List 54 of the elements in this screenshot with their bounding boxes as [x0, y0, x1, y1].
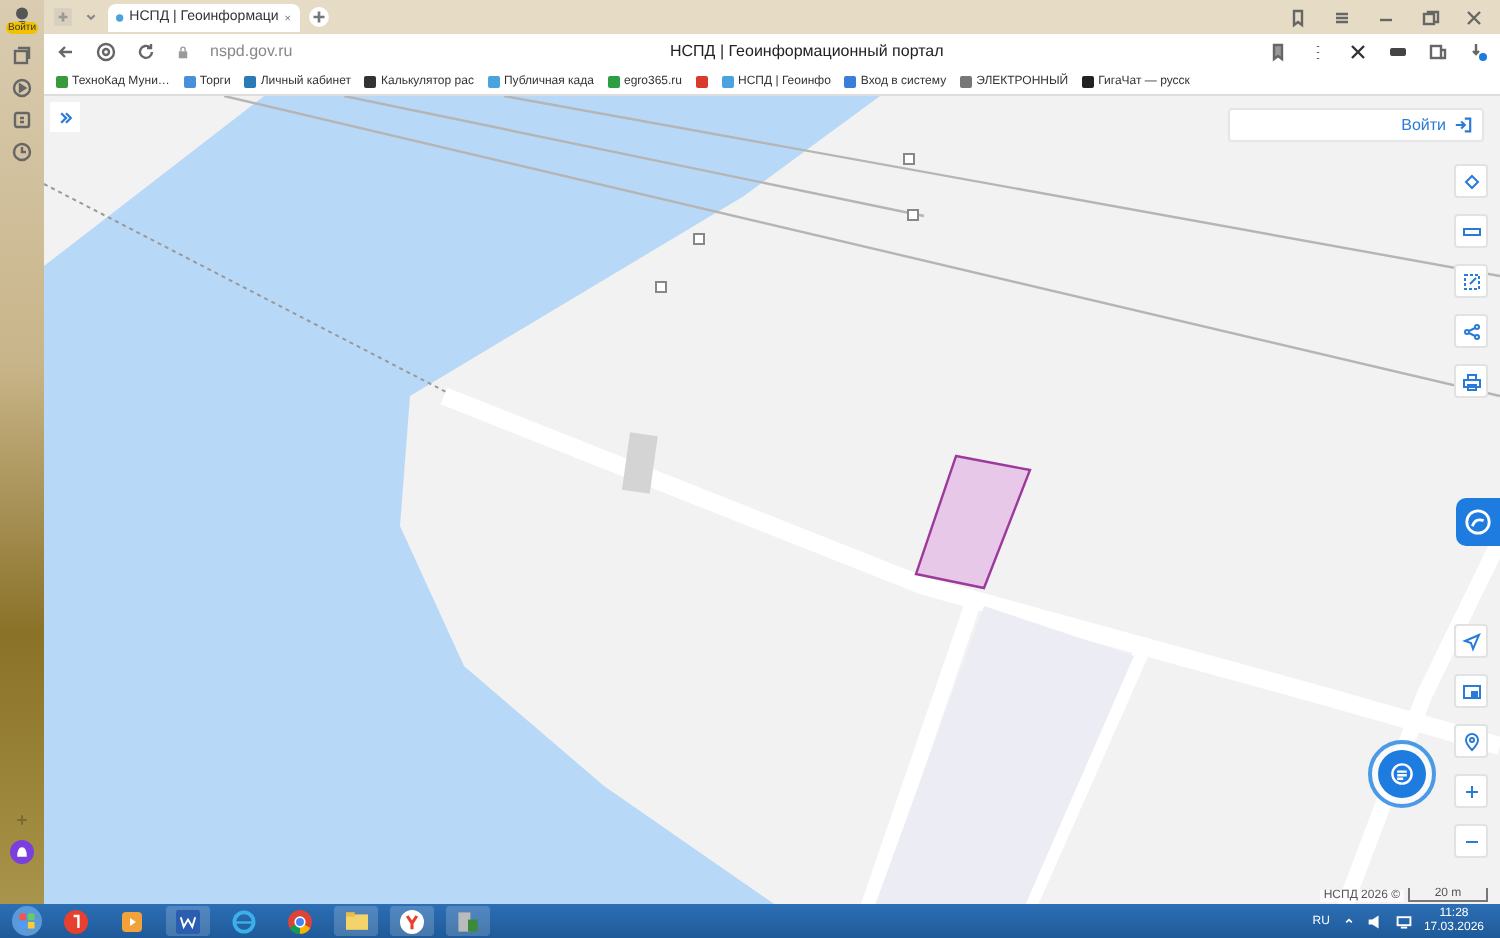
search-location-button[interactable] — [1454, 724, 1488, 758]
locate-button[interactable] — [1454, 624, 1488, 658]
collections-icon[interactable] — [1428, 41, 1448, 61]
page-title: НСПД | Геоинформационный портал — [668, 42, 946, 60]
folder-icon[interactable] — [334, 906, 378, 936]
downloads-icon[interactable] — [1468, 41, 1488, 61]
clock-icon[interactable] — [12, 142, 32, 162]
start-icon[interactable] — [12, 906, 42, 936]
ruler-button[interactable] — [1454, 214, 1488, 248]
minimap-icon — [1461, 681, 1481, 701]
double-chevron-icon — [57, 109, 73, 125]
bookmark-icon[interactable] — [1288, 7, 1308, 27]
close-icon[interactable] — [1464, 7, 1484, 27]
select-area-icon — [1461, 271, 1481, 291]
new-tab-icon[interactable] — [308, 6, 330, 28]
share-icon — [1461, 321, 1481, 341]
bookmark[interactable] — [696, 75, 709, 87]
zoom-in-icon — [1461, 781, 1481, 801]
assistant-badge[interactable] — [1456, 498, 1500, 546]
expand-panel-button[interactable] — [50, 102, 80, 132]
share-button[interactable] — [1454, 314, 1488, 348]
layers-icon — [1461, 171, 1481, 191]
address-field[interactable]: nspd.gov.ru — [210, 42, 610, 60]
reload-icon[interactable] — [136, 41, 156, 61]
network-icon[interactable] — [1395, 913, 1412, 929]
print-button[interactable] — [1454, 364, 1488, 398]
minimap-button[interactable] — [1454, 674, 1488, 708]
locate-icon — [1461, 631, 1481, 651]
zoom-out-button[interactable] — [1454, 824, 1488, 858]
play-icon[interactable] — [12, 78, 32, 98]
restore-icon[interactable] — [1420, 7, 1440, 27]
word-icon[interactable] — [166, 906, 210, 936]
lock-icon — [176, 43, 190, 59]
tabs-icon[interactable] — [12, 46, 32, 66]
search-location-icon — [1461, 731, 1481, 751]
back-icon[interactable] — [56, 41, 76, 61]
login-icon — [1454, 116, 1472, 134]
login-button[interactable]: Войти — [1228, 108, 1484, 142]
print-icon — [1461, 371, 1481, 391]
assistant-icon[interactable] — [10, 840, 34, 864]
zoom-in-button[interactable] — [1454, 774, 1488, 808]
select-area-button[interactable] — [1454, 264, 1488, 298]
menu-icon[interactable] — [1332, 7, 1352, 27]
chat-button[interactable] — [1368, 740, 1436, 808]
assistant-logo-icon — [1464, 508, 1492, 536]
protect-icon[interactable] — [96, 41, 116, 61]
archive-icon[interactable] — [446, 906, 490, 936]
note-icon[interactable] — [12, 110, 32, 130]
chat-icon — [1390, 762, 1414, 786]
yandex-browser-icon[interactable] — [390, 906, 434, 936]
layers-button[interactable] — [1454, 164, 1488, 198]
volume-icon[interactable] — [1367, 913, 1384, 929]
site-icon — [116, 11, 124, 23]
bookmark-add-icon[interactable] — [1268, 41, 1288, 61]
